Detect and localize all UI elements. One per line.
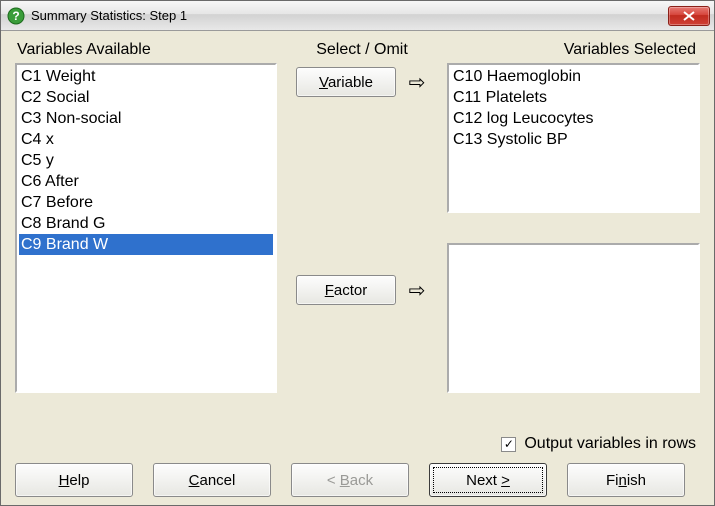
- variable-button-row: Variable ⇨: [296, 67, 428, 97]
- factor-underline: F: [325, 282, 334, 299]
- variable-text: ariable: [328, 74, 373, 91]
- label-select-omit: Select / Omit: [277, 41, 447, 59]
- help-text: elp: [69, 472, 89, 489]
- list-item[interactable]: C3 Non-social: [19, 108, 273, 129]
- list-item[interactable]: C11 Platelets: [451, 87, 696, 108]
- help-icon: ?: [7, 7, 25, 25]
- back-pre: <: [327, 472, 340, 489]
- arrow-right-icon: ⇨: [406, 278, 428, 303]
- label-selected: Variables Selected: [447, 41, 700, 59]
- dialog-content: Variables Available Select / Omit Variab…: [1, 31, 714, 505]
- finish-underline: n: [618, 472, 626, 489]
- help-underline: H: [59, 472, 70, 489]
- list-item[interactable]: C9 Brand W: [19, 234, 273, 255]
- list-item[interactable]: C1 Weight: [19, 66, 273, 87]
- output-rows-checkbox[interactable]: ✓: [501, 437, 516, 452]
- titlebar[interactable]: ? Summary Statistics: Step 1: [1, 1, 714, 31]
- section-labels: Variables Available Select / Omit Variab…: [15, 41, 700, 59]
- close-icon: [683, 11, 695, 21]
- output-rows-label: Output variables in rows: [524, 435, 696, 453]
- selected-variables-listbox[interactable]: C10 HaemoglobinC11 PlateletsC12 log Leuc…: [447, 63, 700, 213]
- window-title: Summary Statistics: Step 1: [31, 8, 668, 23]
- factor-button[interactable]: Factor: [296, 275, 396, 305]
- cancel-underline: C: [189, 472, 200, 489]
- list-item[interactable]: C12 log Leucocytes: [451, 108, 696, 129]
- back-button[interactable]: < Back: [291, 463, 409, 497]
- variable-button[interactable]: Variable: [296, 67, 396, 97]
- list-item[interactable]: C2 Social: [19, 87, 273, 108]
- list-item[interactable]: C7 Before: [19, 192, 273, 213]
- variable-underline: V: [319, 74, 328, 91]
- dialog-window: ? Summary Statistics: Step 1 Variables A…: [0, 0, 715, 506]
- help-button[interactable]: Help: [15, 463, 133, 497]
- list-item[interactable]: C13 Systolic BP: [451, 129, 696, 150]
- col-middle: Variable ⇨ Factor ⇨: [277, 63, 447, 425]
- next-button[interactable]: Next >: [429, 463, 547, 497]
- list-item[interactable]: C8 Brand G: [19, 213, 273, 234]
- selected-factors-listbox[interactable]: [447, 243, 700, 393]
- footer-buttons: Help Cancel < Back Next > Finish: [15, 459, 700, 497]
- svg-text:?: ?: [12, 9, 19, 23]
- check-mark-icon: ✓: [504, 437, 514, 451]
- checkbox-row: ✓ Output variables in rows: [15, 425, 700, 459]
- cancel-text: ancel: [199, 472, 235, 489]
- col-selected: C10 HaemoglobinC11 PlateletsC12 log Leuc…: [447, 63, 700, 425]
- factor-text: actor: [334, 282, 367, 299]
- close-button[interactable]: [668, 6, 710, 26]
- next-pre: Next: [466, 472, 501, 489]
- cancel-button[interactable]: Cancel: [153, 463, 271, 497]
- col-available: C1 WeightC2 SocialC3 Non-socialC4 xC5 yC…: [15, 63, 277, 425]
- list-item[interactable]: C5 y: [19, 150, 273, 171]
- available-listbox[interactable]: C1 WeightC2 SocialC3 Non-socialC4 xC5 yC…: [15, 63, 277, 393]
- list-item[interactable]: C10 Haemoglobin: [451, 66, 696, 87]
- list-item[interactable]: C6 After: [19, 171, 273, 192]
- next-underline: >: [501, 472, 510, 489]
- arrow-right-icon: ⇨: [406, 70, 428, 95]
- finish-button[interactable]: Finish: [567, 463, 685, 497]
- finish-pre: Fi: [606, 472, 619, 489]
- finish-text: ish: [627, 472, 646, 489]
- back-text: ack: [350, 472, 373, 489]
- lists-row: C1 WeightC2 SocialC3 Non-socialC4 xC5 yC…: [15, 63, 700, 425]
- list-item[interactable]: C4 x: [19, 129, 273, 150]
- back-underline: B: [340, 472, 350, 489]
- label-available: Variables Available: [15, 41, 277, 59]
- factor-button-row: Factor ⇨: [296, 275, 428, 305]
